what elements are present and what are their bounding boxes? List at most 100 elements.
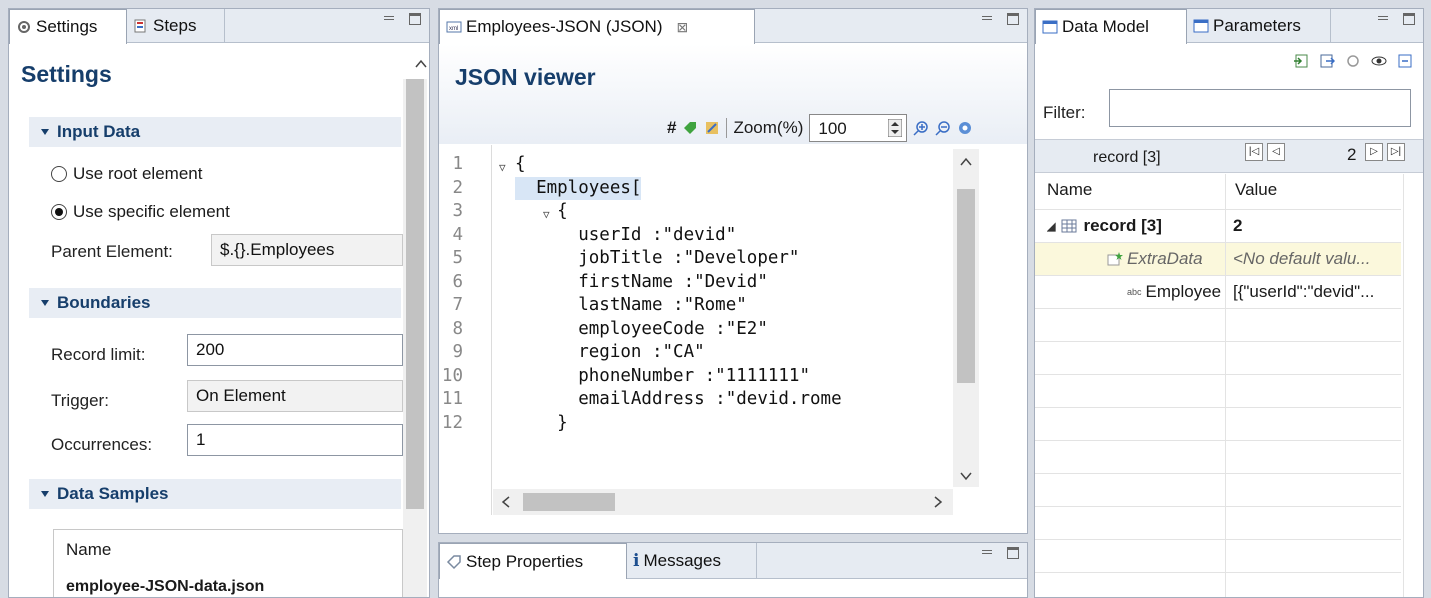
minimize-icon[interactable] [981, 13, 993, 25]
scroll-up-icon[interactable] [960, 157, 972, 167]
boundaries-section-header[interactable]: Boundaries [29, 288, 401, 318]
import-icon[interactable] [1293, 53, 1309, 69]
use-root-element-radio[interactable]: Use root element [51, 164, 202, 184]
tab-data-model[interactable]: Data Model [1035, 9, 1187, 44]
input-data-section-header[interactable]: Input Data [29, 117, 401, 147]
first-record-button[interactable]: |◁ [1245, 143, 1263, 161]
record-name-label: record [3] [1083, 216, 1162, 235]
column-separator [1225, 408, 1226, 440]
employee-name-label: Employee [1145, 282, 1222, 301]
refresh-icon[interactable] [1345, 53, 1361, 69]
record-navigator: record [3] |◁ ◁ 2 ▷ ▷| [1035, 139, 1423, 173]
extradata-value-cell: <No default valu... [1233, 249, 1371, 268]
grid-row-extradata[interactable]: ExtraData <No default valu... [1035, 243, 1401, 276]
last-record-button[interactable]: ▷| [1387, 143, 1405, 161]
editor-window-controls [981, 13, 1019, 25]
use-specific-element-radio[interactable]: Use specific element [51, 202, 230, 222]
column-separator [1225, 540, 1226, 572]
next-record-button[interactable]: ▷ [1365, 143, 1383, 161]
column-name-header[interactable]: Name [1047, 174, 1217, 206]
svg-text:xml: xml [449, 26, 458, 32]
code-text: region :"CA" [515, 342, 705, 362]
eye-icon[interactable] [1371, 53, 1387, 69]
collapse-all-icon[interactable] [1397, 53, 1413, 69]
prev-record-button[interactable]: ◁ [1267, 143, 1285, 161]
line-number: 1 [452, 154, 463, 174]
line-number: 9 [452, 342, 463, 362]
minimize-icon[interactable] [981, 547, 993, 559]
code-vertical-scrollbar[interactable] [953, 149, 979, 487]
trigger-select[interactable]: On Element [187, 380, 403, 412]
export-icon[interactable] [1319, 53, 1335, 69]
zoom-spinner[interactable]: 100 [809, 114, 908, 142]
scroll-up-icon[interactable] [415, 59, 427, 69]
data-samples-row-file[interactable]: employee-JSON-data.json [66, 578, 264, 596]
extradata-name-cell: ExtraData [1107, 243, 1225, 275]
scroll-down-icon[interactable] [960, 471, 972, 481]
page-title: Settings [21, 61, 112, 87]
column-separator [1225, 309, 1226, 341]
parent-element-field[interactable]: $.{}.Employees [211, 234, 403, 266]
zoom-out-icon[interactable] [935, 120, 951, 136]
data-model-toolbar [1293, 53, 1413, 69]
spinner-arrows-icon[interactable] [888, 119, 903, 137]
scrollbar-thumb[interactable] [957, 189, 975, 383]
edit-icon[interactable] [704, 120, 720, 136]
scrollbar-thumb[interactable] [523, 493, 615, 511]
code-text: lastName :"Rome" [515, 295, 747, 315]
json-code-area[interactable]: 1▽{2▽ Employees[3▽ {4 userId :"devid"5 j… [439, 145, 1027, 515]
tab-employees-json-label: Employees-JSON (JSON) [466, 17, 663, 36]
filter-input[interactable] [1109, 89, 1411, 127]
expand-icon [41, 491, 49, 497]
info-icon: i [633, 551, 640, 571]
grid-scrollbar[interactable] [1403, 174, 1423, 597]
grid-row-employee[interactable]: abc Employee [{"userId":"devid"... [1035, 276, 1401, 309]
code-text: } [515, 412, 568, 433]
tab-step-properties-label: Step Properties [466, 551, 584, 571]
minimize-icon[interactable] [1377, 13, 1389, 25]
expand-arrow-icon[interactable]: ◢ [1047, 220, 1055, 233]
tab-step-properties[interactable]: Step Properties [439, 543, 627, 579]
column-separator [1225, 474, 1226, 506]
zoom-label: Zoom(%) [733, 118, 804, 137]
code-text: Employees[ [515, 176, 642, 200]
tab-parameters[interactable]: Parameters [1187, 9, 1331, 43]
tab-steps[interactable]: Steps [127, 9, 225, 43]
occurrences-field[interactable]: 1 [187, 424, 403, 456]
column-separator [1225, 276, 1226, 308]
data-samples-column-name[interactable]: Name [66, 540, 111, 560]
tag-icon[interactable] [682, 120, 698, 136]
tab-settings[interactable]: Settings [9, 9, 127, 44]
column-separator [1225, 375, 1226, 407]
json-toolbar: # Zoom(%) 100 [667, 114, 973, 142]
code-text: employeeCode :"E2" [515, 318, 768, 339]
maximize-icon[interactable] [1007, 13, 1019, 25]
json-viewer-title: JSON viewer [455, 64, 596, 90]
scroll-right-icon[interactable] [933, 496, 943, 508]
column-value-header[interactable]: Value [1235, 174, 1405, 206]
scroll-left-icon[interactable] [501, 496, 511, 508]
maximize-icon[interactable] [1007, 547, 1019, 559]
maximize-icon[interactable] [409, 13, 421, 25]
code-text: emailAddress :"devid.romе [515, 389, 842, 409]
column-separator [1225, 342, 1226, 374]
data-model-window-controls [1377, 13, 1415, 25]
data-samples-section-header[interactable]: Data Samples [29, 479, 401, 509]
tag-icon [446, 554, 461, 569]
code-text: jobTitle :"Developer" [515, 248, 800, 268]
minimize-icon[interactable] [383, 13, 395, 25]
tab-employees-json[interactable]: xml Employees-JSON (JSON) ⊠ [439, 9, 755, 44]
line-number: 3 [452, 201, 463, 221]
settings-scrollbar[interactable] [403, 79, 427, 597]
tab-messages[interactable]: i Messages [627, 543, 757, 579]
record-limit-field[interactable]: 200 [187, 334, 403, 366]
code-horizontal-scrollbar[interactable] [493, 489, 953, 515]
close-icon[interactable]: ⊠ [676, 19, 688, 36]
line-numbers-button[interactable]: # [667, 118, 676, 138]
zoom-in-icon[interactable] [913, 120, 929, 136]
help-icon[interactable] [957, 120, 973, 136]
scrollbar-thumb[interactable] [406, 79, 424, 509]
empty-grid-row [1035, 375, 1401, 408]
maximize-icon[interactable] [1403, 13, 1415, 25]
grid-row-record[interactable]: ◢ record [3] 2 [1035, 210, 1401, 243]
